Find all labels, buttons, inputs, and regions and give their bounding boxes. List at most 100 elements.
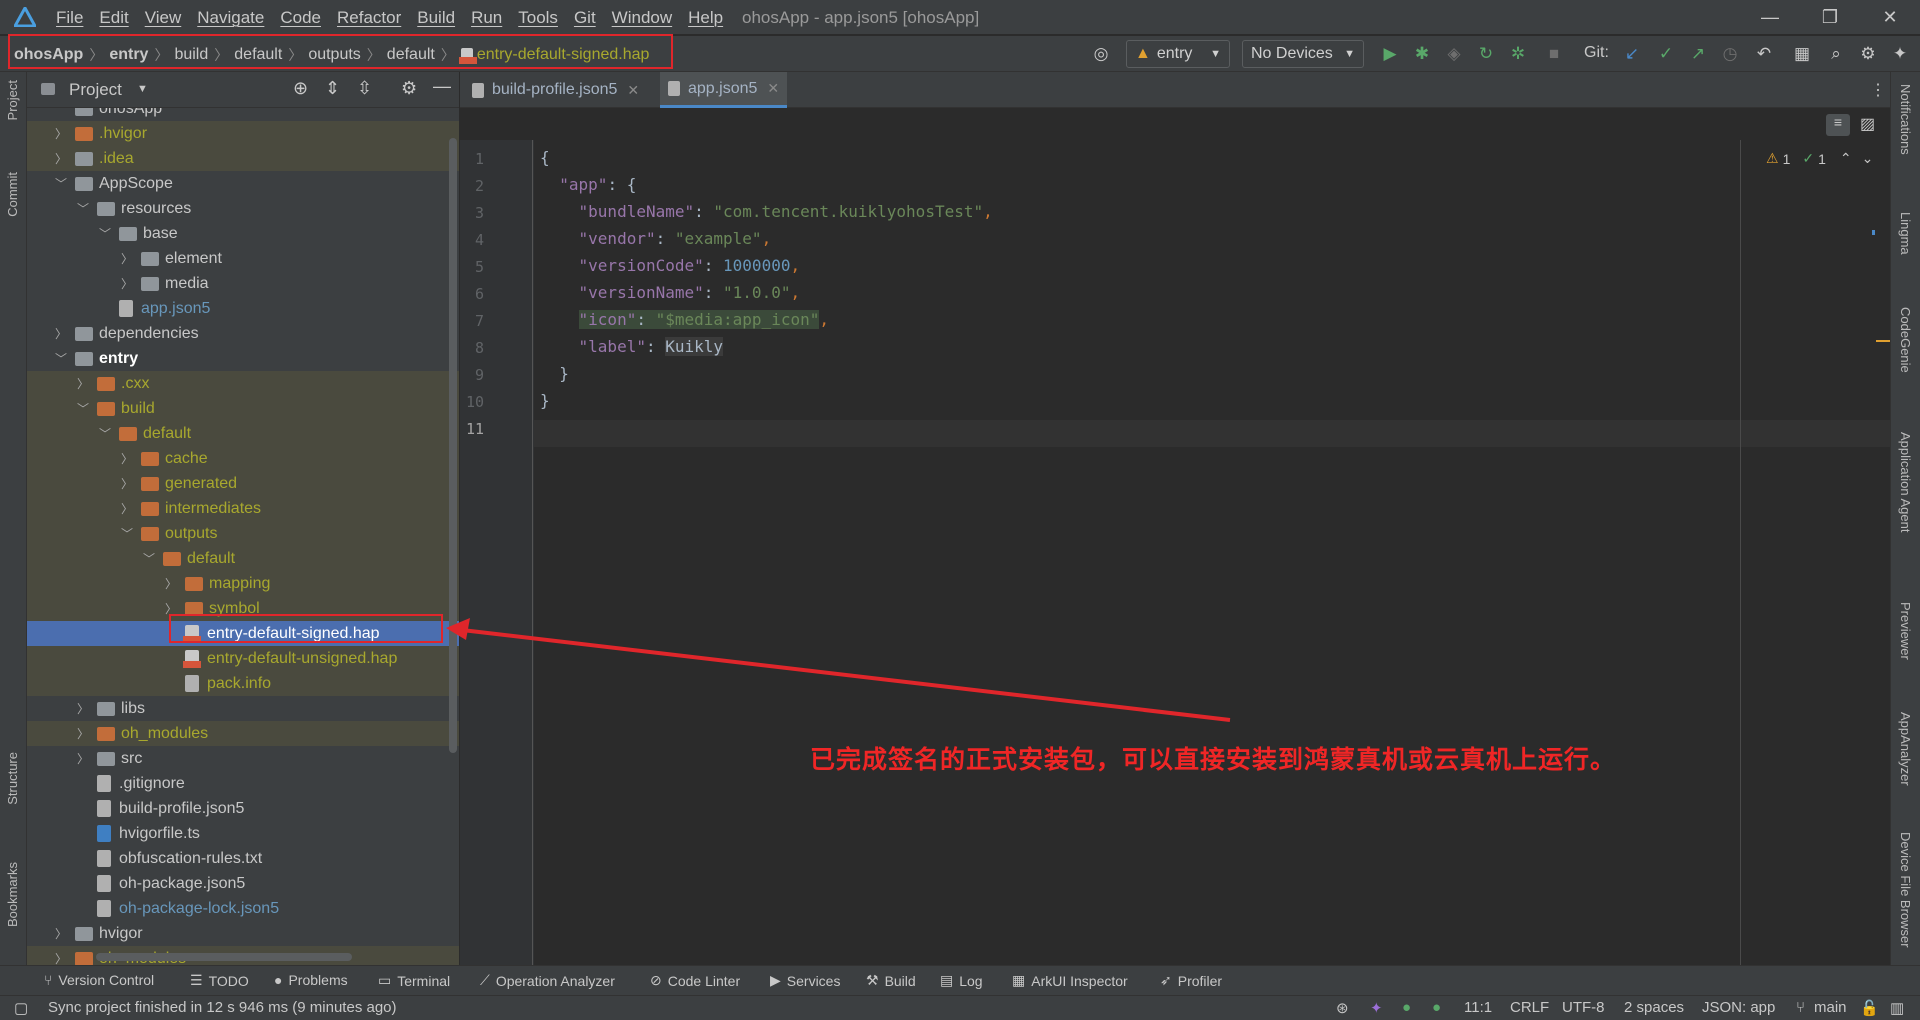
line-separator[interactable]: CRLF — [1510, 999, 1549, 1016]
tree-row[interactable]: 〉 intermediates — [27, 496, 459, 521]
tool-appanalyzer[interactable]: AppAnalyzer — [1898, 712, 1913, 786]
tree-row[interactable]: 〉 .idea — [27, 146, 459, 171]
chevron-down-icon[interactable]: ﹀ — [75, 200, 91, 217]
run-config-dropdown[interactable]: ▲ entry ▼ — [1126, 40, 1230, 68]
code-line-2[interactable]: "app": { — [540, 175, 636, 194]
tool-log[interactable]: ▤ Log — [940, 972, 983, 989]
preview-view-icon[interactable]: ▨ — [1860, 114, 1875, 134]
project-structure-icon[interactable]: ▦ — [1792, 44, 1812, 64]
caret-position[interactable]: 11:1 — [1464, 999, 1492, 1016]
chevron-right-icon[interactable]: 〉 — [119, 275, 135, 292]
coverage-icon[interactable]: ◈ — [1444, 44, 1464, 64]
git-history-icon[interactable]: ◷ — [1720, 44, 1740, 64]
tool-terminal[interactable]: ▭ Terminal — [378, 972, 450, 989]
chevron-down-icon[interactable]: ⌄ — [1862, 150, 1874, 167]
tree-row[interactable]: ﹀ resources — [27, 196, 459, 221]
tree-row[interactable]: app.json5 — [27, 296, 459, 321]
tool-todo[interactable]: ☰ TODO — [190, 972, 249, 989]
menu-item-window[interactable]: Window — [612, 8, 672, 28]
tree-row[interactable]: oh-package-lock.json5 — [27, 896, 459, 921]
tool-application-agent[interactable]: Application Agent — [1898, 432, 1913, 532]
menu-item-code[interactable]: Code — [280, 8, 321, 28]
tree-row[interactable]: 〉 hvigor — [27, 921, 459, 946]
memory-indicator-icon[interactable]: ▥ — [1890, 999, 1904, 1017]
git-branch[interactable]: main — [1814, 999, 1847, 1016]
git-update-icon[interactable]: ↙ — [1622, 44, 1642, 64]
status-message[interactable]: Sync project finished in 12 s 946 ms (9 … — [48, 999, 397, 1016]
hide-panel-icon[interactable]: — — [433, 76, 451, 97]
tool-codegenie[interactable]: CodeGenie — [1898, 307, 1913, 373]
tree-row[interactable]: oh-package.json5 — [27, 871, 459, 896]
tree-row[interactable]: 〉 oh_modules — [27, 721, 459, 746]
tree-row[interactable]: 〉 media — [27, 271, 459, 296]
tree-row[interactable]: ﹀ build — [27, 396, 459, 421]
ai-icon[interactable]: ✦ — [1370, 999, 1383, 1017]
chevron-right-icon[interactable]: 〉 — [119, 500, 135, 517]
locate-icon[interactable]: ⊕ — [293, 78, 308, 99]
tool-arkui-inspector[interactable]: ▦ ArkUI Inspector — [1012, 972, 1128, 989]
chevron-right-icon[interactable]: 〉 — [163, 575, 179, 592]
lock-icon[interactable]: 🔓 — [1860, 999, 1879, 1017]
tree-row[interactable]: ﹀ default — [27, 546, 459, 571]
inspection-widget[interactable]: ⚠ 1 ✓ 1 ⌃ ⌄ — [1766, 150, 1873, 167]
code-line-9[interactable]: } — [540, 364, 569, 383]
menu-item-tools[interactable]: Tools — [518, 8, 558, 28]
tree-row[interactable]: 〉 generated — [27, 471, 459, 496]
chevron-down-icon[interactable]: ﹀ — [53, 175, 69, 192]
plugin-icon[interactable]: ✦ — [1890, 44, 1910, 64]
chevron-down-icon[interactable]: ﹀ — [97, 425, 113, 442]
chevron-right-icon[interactable]: 〉 — [53, 150, 69, 167]
chevron-down-icon[interactable]: ﹀ — [141, 550, 157, 567]
minimize-button[interactable]: — — [1755, 4, 1785, 30]
tree-row[interactable]: obfuscation-rules.txt — [27, 846, 459, 871]
project-panel-title[interactable]: Project — [69, 80, 122, 100]
code-line-3[interactable]: "bundleName": "com.tencent.kuiklyohosTes… — [540, 202, 993, 221]
tree-row[interactable]: 〉 dependencies — [27, 321, 459, 346]
menu-item-build[interactable]: Build — [417, 8, 455, 28]
chevron-right-icon[interactable]: 〉 — [75, 725, 91, 742]
tool-profiler[interactable]: ➶ Profiler — [1160, 972, 1222, 989]
tree-row[interactable]: ﹀ base — [27, 221, 459, 246]
chevron-right-icon[interactable]: 〉 — [75, 750, 91, 767]
tree-row[interactable]: 〉 libs — [27, 696, 459, 721]
menu-item-refactor[interactable]: Refactor — [337, 8, 401, 28]
tree-row[interactable]: 〉 cache — [27, 446, 459, 471]
menu-item-edit[interactable]: Edit — [99, 8, 128, 28]
tool-device-file-browser[interactable]: Device File Browser — [1898, 832, 1913, 948]
tab-build-profile[interactable]: build-profile.json5 ✕ — [464, 72, 647, 108]
chevron-down-icon[interactable]: ﹀ — [75, 400, 91, 417]
chevron-right-icon[interactable]: 〉 — [53, 950, 69, 965]
chevron-right-icon[interactable]: 〉 — [119, 450, 135, 467]
rollback-icon[interactable]: ↶ — [1754, 44, 1774, 64]
tree-row[interactable]: 〉 .cxx — [27, 371, 459, 396]
indent-setting[interactable]: 2 spaces — [1624, 999, 1684, 1016]
tool-version-control[interactable]: ⑂ Version Control — [44, 972, 154, 988]
git-commit-icon[interactable]: ✓ — [1656, 44, 1676, 64]
tree-row[interactable]: .gitignore — [27, 771, 459, 796]
chevron-down-icon[interactable]: ﹀ — [119, 525, 135, 542]
menu-item-run[interactable]: Run — [471, 8, 502, 28]
chevron-right-icon[interactable]: 〉 — [75, 700, 91, 717]
tree-row[interactable]: 〉 element — [27, 246, 459, 271]
tree-row[interactable]: ohosApp — [27, 108, 459, 121]
restore-button[interactable]: ❐ — [1815, 4, 1845, 30]
collapse-all-icon[interactable]: ⇳ — [357, 78, 372, 99]
chevron-right-icon[interactable]: 〉 — [53, 925, 69, 942]
chevron-down-icon[interactable]: ▼ — [137, 83, 148, 95]
code-line-6[interactable]: "versionName": "1.0.0", — [540, 283, 801, 302]
menu-item-help[interactable]: Help — [688, 8, 723, 28]
more-tabs-icon[interactable]: ⋮ — [1870, 80, 1886, 100]
tree-row[interactable]: 〉 .hvigor — [27, 121, 459, 146]
chevron-right-icon[interactable]: 〉 — [119, 250, 135, 267]
chevron-right-icon[interactable]: 〉 — [53, 325, 69, 342]
attach-debugger-icon[interactable]: ✲ — [1508, 44, 1528, 64]
close-tab-icon[interactable]: ✕ — [767, 80, 779, 97]
tree-row[interactable]: ﹀ default — [27, 421, 459, 446]
tree-horizontal-scrollbar[interactable] — [96, 953, 352, 961]
close-window-button[interactable]: ✕ — [1875, 4, 1905, 30]
tree-row[interactable]: entry-default-unsigned.hap — [27, 646, 459, 671]
chevron-right-icon[interactable]: 〉 — [75, 375, 91, 392]
tree-row[interactable]: hvigorfile.ts — [27, 821, 459, 846]
tool-problems[interactable]: ● Problems — [274, 972, 348, 988]
chevron-right-icon[interactable]: 〉 — [119, 475, 135, 492]
